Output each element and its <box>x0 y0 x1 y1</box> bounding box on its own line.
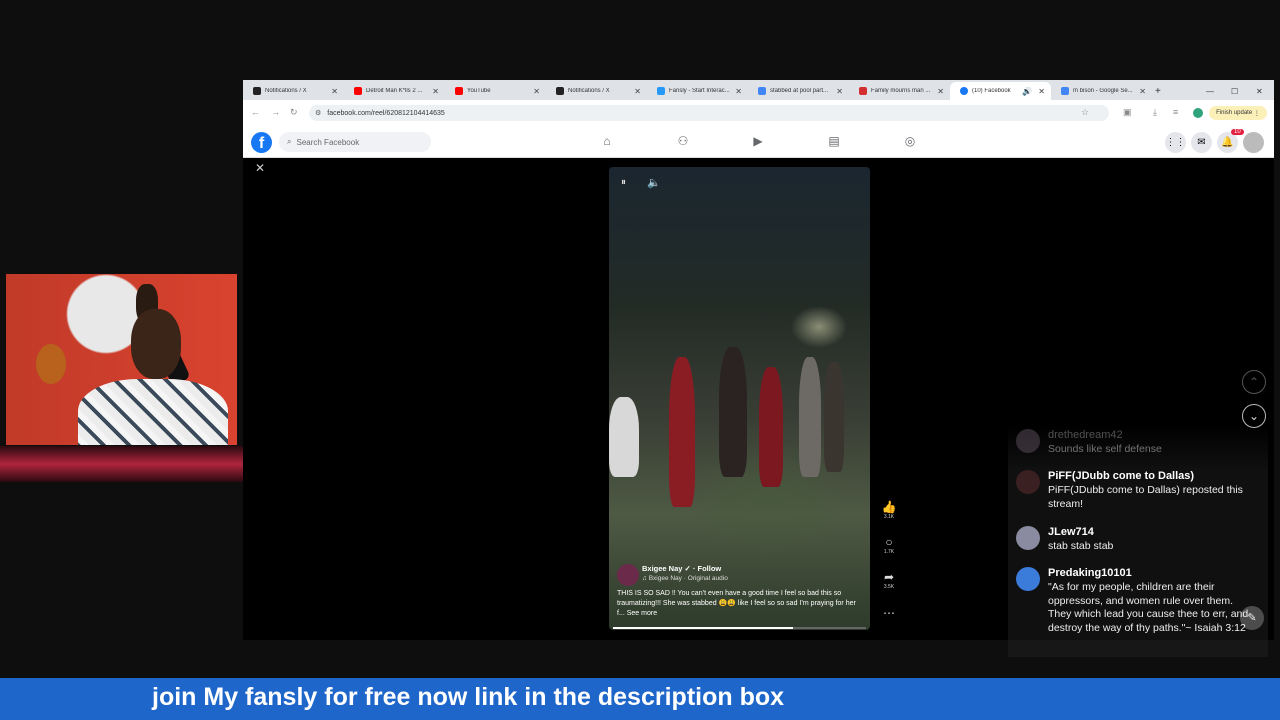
youtube-icon <box>354 87 362 95</box>
video-icon[interactable]: ▶ <box>751 134 765 148</box>
notification-badge: 10 <box>1231 129 1244 135</box>
video-figure <box>719 347 747 477</box>
tab-bar: Notifications / X ✕ Detroit Man K*lls 2 .… <box>243 80 1274 100</box>
tab-7[interactable]: (10) Facebook 🔊 ✕ <box>950 82 1051 100</box>
address-bar-row: ← → ↻ ⚙ facebook.com/reel/62081210441463… <box>243 100 1274 127</box>
news-icon <box>859 87 867 95</box>
close-icon[interactable]: ✕ <box>1038 87 1045 96</box>
share-button[interactable]: ➦ 3.5K <box>879 570 899 590</box>
download-icon[interactable]: ⤓ <box>1153 107 1157 118</box>
like-icon: 👍 <box>881 500 897 514</box>
tab-5[interactable]: stabbed at pool part... ✕ <box>748 82 849 100</box>
close-icon[interactable]: ✕ <box>937 87 944 96</box>
reel-video[interactable]: ⏸ 🔈 Bxigee Nay ✓ · Follow ♫ Bxigee Nay ·… <box>609 167 870 630</box>
volume-icon[interactable]: 🔈 <box>647 176 661 189</box>
share-icon: ➦ <box>883 570 895 584</box>
close-icon[interactable]: ✕ <box>1139 87 1146 96</box>
author-line: Bxigee Nay ✓ · Follow <box>642 564 722 573</box>
google-icon <box>758 87 766 95</box>
reel-caption: THIS IS SO SAD !! You can’t even have a … <box>617 590 856 617</box>
close-icon[interactable]: ✕ <box>634 87 641 96</box>
minimize-icon[interactable]: — <box>1206 82 1218 100</box>
tab-2[interactable]: YouTube ✕ <box>445 82 546 100</box>
pause-icon[interactable]: ⏸ <box>621 177 626 188</box>
close-icon[interactable]: ✕ <box>331 87 338 96</box>
account-avatar[interactable] <box>1243 132 1264 153</box>
reload-icon[interactable]: ↻ <box>290 107 298 118</box>
chat-avatar <box>1016 470 1040 494</box>
promo-banner: join My fansly for free now link in the … <box>0 678 1280 720</box>
author-avatar[interactable] <box>617 564 639 586</box>
back-icon[interactable]: ← <box>251 107 260 117</box>
chat-avatar <box>1016 567 1040 591</box>
close-icon[interactable]: ✕ <box>533 87 540 96</box>
see-more-link[interactable]: See more <box>627 610 657 617</box>
close-reel-icon[interactable]: ✕ <box>255 161 265 175</box>
media-icon[interactable]: ≡ <box>1173 107 1178 117</box>
url-text: facebook.com/reel/620812104414635 <box>327 109 445 117</box>
comment-icon: ○ <box>885 535 893 549</box>
follow-button[interactable]: Follow <box>697 564 721 573</box>
previous-reel-icon[interactable]: ⌃ <box>1242 370 1266 394</box>
facebook-logo-icon[interactable]: f <box>251 132 272 153</box>
url-field[interactable]: ⚙ facebook.com/reel/620812104414635 <box>309 105 1109 121</box>
compose-icon[interactable]: ✎ <box>1240 606 1264 630</box>
groups-icon[interactable]: ◎ <box>903 134 917 148</box>
facebook-search-input[interactable]: ⌕ Search Facebook <box>279 132 431 152</box>
webcam-frame-glow <box>0 446 243 482</box>
messenger-icon[interactable]: ✉ <box>1191 132 1212 153</box>
like-button[interactable]: 👍 3.1K <box>879 500 899 520</box>
fansly-icon <box>657 87 665 95</box>
home-icon[interactable]: ⌂ <box>600 134 614 148</box>
notifications-icon[interactable]: 🔔 <box>1217 132 1238 153</box>
marketplace-icon[interactable]: ▤ <box>827 134 841 148</box>
banner-text: join My fansly for free now link in the … <box>152 683 785 711</box>
video-figure <box>799 357 821 477</box>
chat-avatar <box>1016 526 1040 550</box>
window-close-icon[interactable]: ✕ <box>1256 82 1268 100</box>
youtube-icon <box>455 87 463 95</box>
tab-0[interactable]: Notifications / X ✕ <box>243 82 344 100</box>
facebook-icon <box>960 87 968 95</box>
tab-3[interactable]: Notifications / X ✕ <box>546 82 647 100</box>
close-icon[interactable]: ✕ <box>735 87 742 96</box>
video-figure <box>824 362 844 472</box>
close-icon[interactable]: ✕ <box>432 87 439 96</box>
close-icon[interactable]: ✕ <box>836 87 843 96</box>
new-tab-button[interactable]: + <box>1155 82 1169 100</box>
google-icon <box>1061 87 1069 95</box>
search-icon: ⌕ <box>287 137 292 146</box>
finish-update-button[interactable]: Finish update ⋮ <box>1209 106 1267 120</box>
video-figure <box>609 397 639 477</box>
video-figure <box>759 367 783 487</box>
forward-icon[interactable]: → <box>271 107 280 117</box>
site-info-icon[interactable]: ⚙ <box>315 109 321 117</box>
audio-label[interactable]: ♫ Bxigee Nay · Original audio <box>642 575 728 582</box>
tab-8[interactable]: m bison - Google Se... ✕ <box>1051 82 1152 100</box>
speaker-icon[interactable]: 🔊 <box>1022 87 1032 96</box>
video-figure <box>669 357 695 507</box>
comment-button[interactable]: ○ 1.7K <box>879 535 899 555</box>
x-icon <box>556 87 564 95</box>
chat-avatar <box>1016 429 1040 453</box>
tab-6[interactable]: Family mourns man ... ✕ <box>849 82 950 100</box>
extensions-icon[interactable]: ▣ <box>1123 107 1132 118</box>
friends-icon[interactable]: ⚇ <box>676 134 690 148</box>
progress-track[interactable] <box>613 627 866 629</box>
facebook-header: f ⌕ Search Facebook ⌂ ⚇ ▶ ▤ ◎ ⋮⋮ ✉ 🔔 10 <box>243 127 1274 158</box>
menu-grid-icon[interactable]: ⋮⋮ <box>1165 132 1186 153</box>
tab-1[interactable]: Detroit Man K*lls 2 ... ✕ <box>344 82 445 100</box>
webcam-overlay <box>6 274 237 445</box>
tab-4[interactable]: Fansly - Start Interac... ✕ <box>647 82 748 100</box>
more-options-icon[interactable]: ⋯ <box>879 606 899 620</box>
bookmark-star-icon[interactable]: ☆ <box>1081 107 1089 118</box>
profile-icon[interactable] <box>1193 108 1203 118</box>
maximize-icon[interactable]: ☐ <box>1231 82 1243 100</box>
x-icon <box>253 87 261 95</box>
progress-fill <box>613 627 793 629</box>
